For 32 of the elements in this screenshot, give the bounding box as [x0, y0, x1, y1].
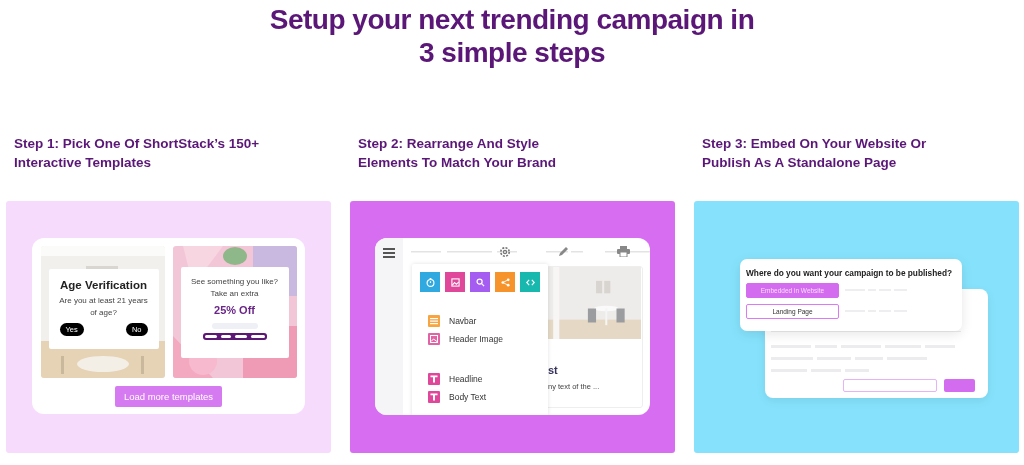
- printer-icon[interactable]: [617, 246, 630, 257]
- image-icon: [450, 277, 460, 287]
- menu-icon[interactable]: [383, 248, 395, 258]
- menu-item[interactable]: Header Image: [449, 334, 503, 344]
- image-tile[interactable]: [445, 272, 465, 292]
- search-icon: [475, 277, 485, 287]
- timer-tile[interactable]: [420, 272, 440, 292]
- popup-text: Are you at least 21 years of age?: [58, 295, 149, 319]
- step-caption: Step 1: Pick One Of ShortStack’s 150+ Interactive Templates: [14, 135, 261, 172]
- share-icon: [500, 277, 510, 287]
- page-heading: Setup your next trending campaign in: [269, 3, 755, 36]
- dialog-question: Where do you want your campaign to be published?: [746, 268, 954, 278]
- settings-icon[interactable]: [499, 246, 511, 258]
- menu-item[interactable]: Body Text: [449, 392, 487, 402]
- code-icon: [525, 277, 535, 287]
- popup-text: See something you like? Take an extra: [189, 276, 280, 300]
- claim-button[interactable]: [202, 333, 267, 340]
- menu-item[interactable]: Headline: [449, 374, 483, 384]
- page-heading: 3 simple steps: [419, 36, 605, 69]
- share-tile[interactable]: [495, 272, 515, 292]
- pencil-icon[interactable]: [558, 246, 569, 257]
- stopwatch-icon: [425, 277, 435, 287]
- code-tile[interactable]: [520, 272, 540, 292]
- search-tile[interactable]: [470, 272, 490, 292]
- discount-text: 25% Off: [214, 304, 255, 316]
- placeholder-text-icon: [204, 334, 265, 339]
- preview-title: st: [548, 364, 558, 376]
- step-caption: Step 3: Embed On Your Website Or Publish As A Standalone Page: [702, 135, 928, 172]
- input-field[interactable]: [843, 379, 937, 392]
- menu-item[interactable]: Navbar: [449, 316, 477, 326]
- step-caption: Step 2: Rearrange And Style Elements To Match Your Brand: [358, 135, 558, 172]
- popup-title: Age Verification: [60, 279, 147, 291]
